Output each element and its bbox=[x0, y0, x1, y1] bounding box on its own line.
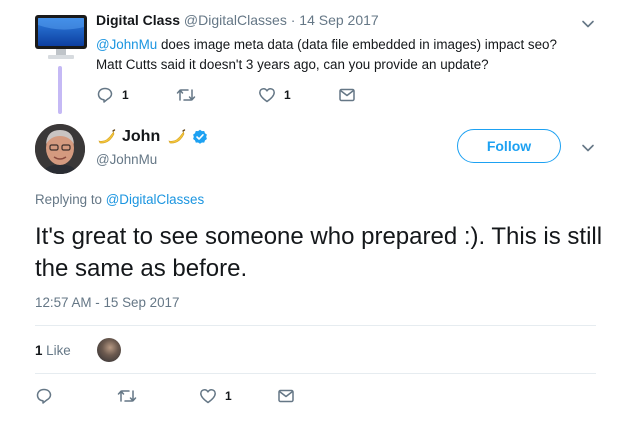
computer-monitor-avatar[interactable] bbox=[34, 13, 88, 63]
author-photo bbox=[35, 124, 85, 174]
author-avatar[interactable] bbox=[35, 124, 85, 174]
verified-icon bbox=[193, 129, 208, 144]
parent-retweet-action[interactable] bbox=[176, 86, 196, 104]
parent-tweet-body: does image meta data (data file embedded… bbox=[96, 37, 557, 72]
banana-emoji-icon bbox=[98, 129, 116, 144]
parent-reply-count: 1 bbox=[122, 88, 129, 102]
parent-message-action[interactable] bbox=[338, 86, 356, 104]
likes-count-link[interactable]: 1 Like bbox=[35, 343, 71, 358]
parent-action-bar: 1 1 bbox=[96, 86, 416, 106]
replying-to: Replying to @DigitalClasses bbox=[35, 192, 204, 207]
heart-icon bbox=[259, 87, 275, 103]
divider bbox=[35, 325, 596, 326]
retweet-action[interactable] bbox=[117, 387, 137, 405]
thread-connector-line bbox=[58, 66, 62, 114]
retweet-icon bbox=[176, 89, 196, 101]
reply-action[interactable] bbox=[35, 387, 53, 405]
liker-avatar[interactable] bbox=[96, 338, 121, 362]
author-name-row: John bbox=[96, 128, 208, 146]
like-count: 1 bbox=[225, 389, 232, 403]
chevron-down-icon[interactable] bbox=[581, 141, 595, 155]
parent-like-action[interactable]: 1 bbox=[258, 86, 291, 104]
replying-to-label: Replying to bbox=[35, 192, 106, 207]
follow-button[interactable]: Follow bbox=[457, 129, 561, 163]
parent-like-count: 1 bbox=[284, 88, 291, 102]
divider bbox=[35, 373, 596, 374]
message-action[interactable] bbox=[277, 387, 295, 405]
chevron-down-icon[interactable] bbox=[581, 17, 595, 31]
parent-mention-link[interactable]: @JohnMu bbox=[96, 37, 157, 52]
message-icon bbox=[278, 389, 294, 403]
author-name[interactable]: John bbox=[122, 128, 160, 146]
parent-author-handle[interactable]: @DigitalClasses bbox=[184, 12, 287, 28]
parent-reply-action[interactable]: 1 bbox=[96, 86, 129, 104]
retweet-icon bbox=[117, 390, 137, 402]
like-action[interactable]: 1 bbox=[199, 387, 232, 405]
banana-emoji-icon bbox=[168, 129, 186, 144]
reply-icon bbox=[36, 388, 52, 404]
tweet-action-bar: 1 bbox=[35, 387, 355, 407]
likes-row: 1 Like bbox=[35, 336, 121, 364]
parent-tweet: Digital Class @DigitalClasses · 14 Sep 2… bbox=[0, 0, 631, 114]
parent-author-name[interactable]: Digital Class bbox=[96, 12, 180, 28]
likes-word: Like bbox=[42, 342, 71, 358]
tweet-timestamp[interactable]: 12:57 AM - 15 Sep 2017 bbox=[35, 295, 179, 310]
parent-tweet-date[interactable]: 14 Sep 2017 bbox=[299, 12, 378, 28]
tweet-text: It's great to see someone who prepared :… bbox=[35, 223, 603, 282]
parent-date-separator: · bbox=[290, 12, 296, 28]
heart-icon bbox=[200, 388, 216, 404]
author-handle[interactable]: @JohnMu bbox=[96, 152, 157, 167]
replying-to-link[interactable]: @DigitalClasses bbox=[106, 192, 204, 207]
parent-tweet-header: Digital Class @DigitalClasses · 14 Sep 2… bbox=[96, 12, 379, 28]
reply-icon bbox=[97, 87, 113, 103]
parent-tweet-text: @JohnMu does image meta data (data file … bbox=[96, 35, 586, 75]
message-icon bbox=[339, 88, 355, 102]
